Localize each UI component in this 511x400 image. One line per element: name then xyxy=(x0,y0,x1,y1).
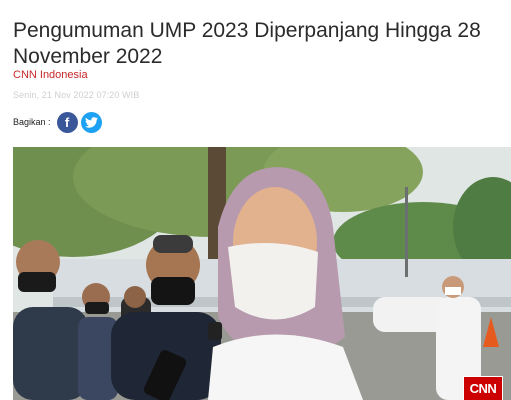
facebook-share-button[interactable]: f xyxy=(56,111,78,133)
facebook-icon: f xyxy=(64,114,70,130)
twitter-icon xyxy=(84,116,98,128)
share-label: Bagikan : xyxy=(13,117,51,127)
twitter-share-button[interactable] xyxy=(80,111,102,133)
article-photo: CNN xyxy=(13,147,511,400)
publish-date: Senin, 21 Nov 2022 07:20 WIB xyxy=(13,90,140,100)
press-photo-illustration xyxy=(13,147,511,400)
article-title: Pengumuman UMP 2023 Diperpanjang Hingga … xyxy=(13,19,481,68)
share-bar: Bagikan : f xyxy=(13,111,105,133)
article-page: Pengumuman UMP 2023 Diperpanjang Hingga … xyxy=(0,0,511,400)
cnn-watermark-logo: CNN xyxy=(463,376,503,400)
source-link[interactable]: CNN Indonesia xyxy=(13,69,88,81)
